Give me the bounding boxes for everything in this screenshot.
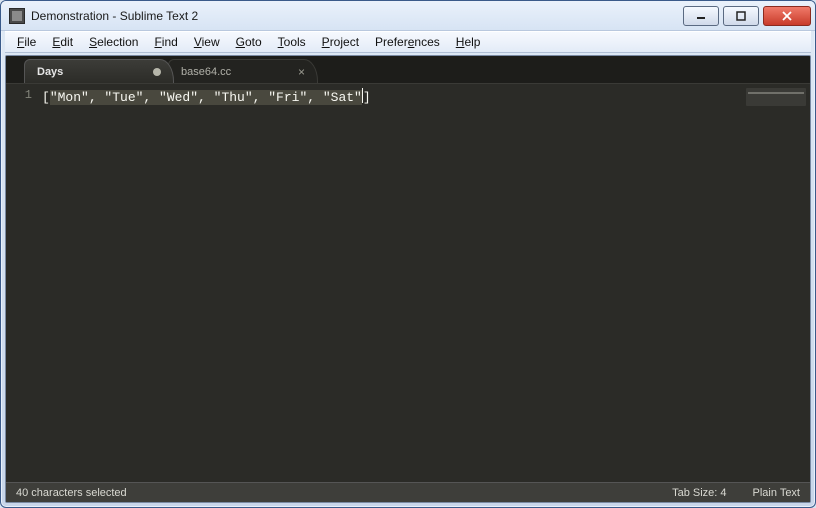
tab-label: Days	[37, 66, 63, 78]
window-title: Demonstration - Sublime Text 2	[31, 9, 683, 23]
gutter: 1	[6, 84, 42, 482]
close-button[interactable]	[763, 6, 811, 26]
editor-frame: Days base64.cc × 1 ["Mon", "Tue", "Wed",…	[5, 55, 811, 503]
menu-file[interactable]: File	[9, 33, 44, 51]
status-selection: 40 characters selected	[16, 487, 127, 499]
window-controls	[683, 6, 811, 26]
app-icon	[9, 8, 25, 24]
code-suffix: ]	[363, 90, 371, 105]
tab-close-icon[interactable]: ×	[298, 65, 305, 79]
tab-bar: Days base64.cc ×	[6, 56, 810, 84]
menu-bar: File Edit Selection Find View Goto Tools…	[5, 31, 811, 53]
menu-preferences[interactable]: Preferences	[367, 33, 448, 51]
menu-find[interactable]: Find	[146, 33, 185, 51]
code-prefix: [	[42, 90, 50, 105]
line-number: 1	[6, 88, 32, 102]
status-bar: 40 characters selected Tab Size: 4 Plain…	[6, 482, 810, 502]
menu-goto[interactable]: Goto	[228, 33, 270, 51]
tab-base64[interactable]: base64.cc ×	[168, 59, 318, 83]
app-window: Demonstration - Sublime Text 2 File Edit…	[0, 0, 816, 508]
maximize-button[interactable]	[723, 6, 759, 26]
tab-days[interactable]: Days	[24, 59, 174, 83]
status-syntax[interactable]: Plain Text	[753, 487, 801, 499]
code-area[interactable]: ["Mon", "Tue", "Wed", "Thu", "Fri", "Sat…	[42, 84, 810, 482]
menu-edit[interactable]: Edit	[44, 33, 81, 51]
close-icon	[782, 11, 792, 21]
minimize-button[interactable]	[683, 6, 719, 26]
tab-label: base64.cc	[181, 66, 231, 78]
title-bar[interactable]: Demonstration - Sublime Text 2	[1, 1, 815, 31]
code-selection: "Mon", "Tue", "Wed", "Thu", "Fri", "Sat"	[50, 90, 362, 105]
editor-body[interactable]: 1 ["Mon", "Tue", "Wed", "Thu", "Fri", "S…	[6, 84, 810, 482]
minimize-icon	[696, 11, 706, 21]
menu-project[interactable]: Project	[314, 33, 367, 51]
minimap[interactable]	[746, 88, 806, 106]
maximize-icon	[736, 11, 746, 21]
status-tab-size[interactable]: Tab Size: 4	[672, 487, 726, 499]
dirty-indicator-icon	[153, 68, 161, 76]
menu-help[interactable]: Help	[448, 33, 489, 51]
menu-view[interactable]: View	[186, 33, 228, 51]
menu-tools[interactable]: Tools	[270, 33, 314, 51]
menu-selection[interactable]: Selection	[81, 33, 146, 51]
